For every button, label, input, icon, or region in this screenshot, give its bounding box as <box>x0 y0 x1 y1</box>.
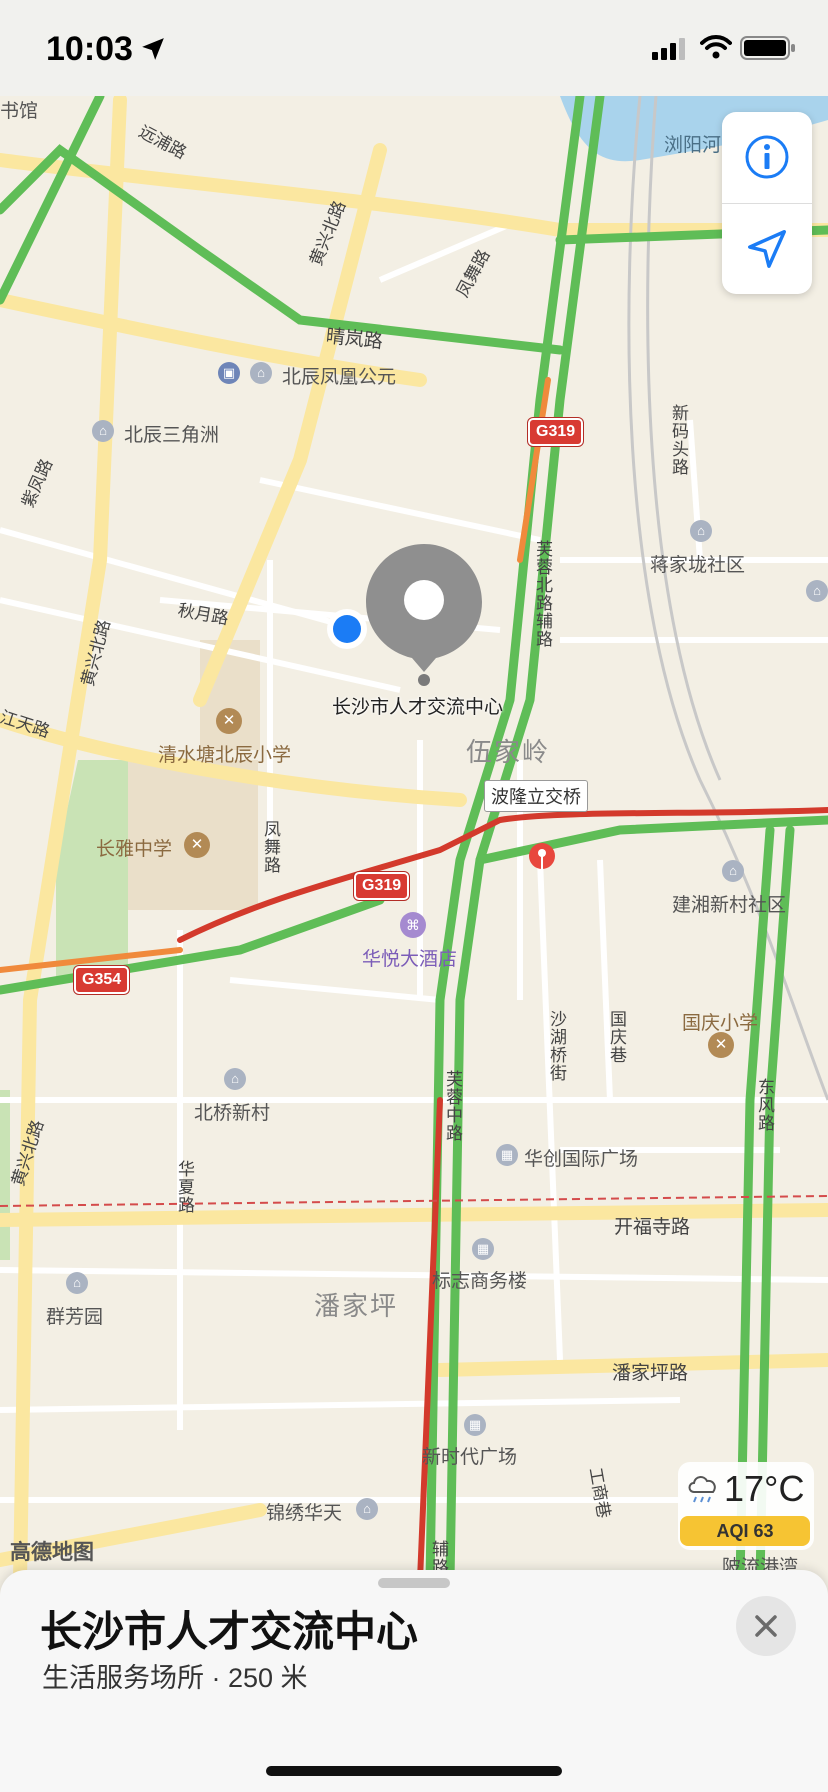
label-beiqiao[interactable]: 北桥新村 <box>194 1098 270 1125</box>
map-base <box>0 0 828 1580</box>
cellular-signal-icon <box>652 38 685 60</box>
weather-temperature: 17°C <box>724 1468 805 1509</box>
map-provider-logo: 高德地图 <box>10 1541 94 1564</box>
label-jinxiu[interactable]: 锦绣华天 <box>266 1498 342 1525</box>
label-shahu-bridge-street: 沙湖桥街 <box>547 1010 566 1082</box>
residential-icon: ⌂ <box>224 1068 246 1090</box>
label-xinma-road: 新码头路 <box>669 404 688 476</box>
school-icon: ✕ <box>708 1032 734 1058</box>
place-card[interactable]: 长沙市人才交流中心 生活服务场所 · 250 米 <box>0 1570 828 1792</box>
label-shuguan: 书馆 <box>0 101 39 122</box>
label-panjiaping-road: 潘家坪路 <box>612 1363 689 1384</box>
location-services-icon <box>142 38 164 60</box>
label-qunfangyuan[interactable]: 群芳园 <box>46 1302 103 1329</box>
residential-icon: ⌂ <box>250 362 272 384</box>
label-changya-school[interactable]: 长雅中学 <box>96 834 172 861</box>
map-view[interactable]: 书馆 远浦路 浏阳河 黄兴北路 凤舞路 晴岚路 ▣ ⌂ 北辰凤凰公元 ⌂ 北辰三… <box>0 0 828 1580</box>
residential-icon: ⌂ <box>356 1498 378 1520</box>
label-jianxiang[interactable]: 建湘新村社区 <box>672 890 786 917</box>
status-bar: 10:03 <box>0 0 828 96</box>
place-title: 长沙市人才交流中心 <box>40 1608 419 1655</box>
label-beichen-sanjiaozhou[interactable]: 北辰三角洲 <box>124 420 219 447</box>
residential-icon: ⌂ <box>92 420 114 442</box>
close-button[interactable] <box>736 1596 796 1656</box>
label-guoqing-lane: 国庆巷 <box>607 1010 626 1064</box>
label-selected-place[interactable]: 长沙市人才交流中心 <box>332 692 503 719</box>
label-fengwu-road-mid: 凤舞路 <box>261 820 280 874</box>
label-furong-middle-road: 芙蓉中路 <box>443 1070 462 1142</box>
route-shield-g319-top: G319 <box>528 418 584 446</box>
aqi-badge: AQI 63 <box>680 1516 810 1546</box>
selected-place-marker[interactable] <box>362 540 486 686</box>
label-huachuang[interactable]: 华创国际广场 <box>524 1144 638 1171</box>
map-controls <box>722 112 812 294</box>
label-dongfeng-road: 东风路 <box>755 1078 774 1132</box>
location-arrow-icon <box>748 230 786 268</box>
hotel-icon: ⌘ <box>400 912 426 938</box>
locate-me-button[interactable] <box>722 204 812 294</box>
home-indicator[interactable] <box>266 1766 562 1776</box>
label-liuyang-river: 浏阳河 <box>664 135 722 156</box>
label-wujialing: 伍家岭 <box>466 737 551 767</box>
building-icon: ▦ <box>464 1414 486 1436</box>
label-kaifusi-road: 开福寺路 <box>614 1217 691 1238</box>
label-huaxia-road: 华夏路 <box>175 1160 194 1214</box>
residential-icon: ⌂ <box>806 580 828 602</box>
residential-icon: ⌂ <box>722 860 744 882</box>
battery-icon <box>740 36 795 60</box>
residential-icon: ⌂ <box>66 1272 88 1294</box>
label-qingshuitang-school[interactable]: 清水塘北辰小学 <box>158 740 291 767</box>
label-biaozhi[interactable]: 标志商务楼 <box>432 1266 527 1293</box>
route-shield-g354: G354 <box>74 966 130 994</box>
label-guoqing-school[interactable]: 国庆小学 <box>682 1008 758 1035</box>
school-icon: ✕ <box>216 708 242 734</box>
school-icon: ✕ <box>184 832 210 858</box>
building-icon: ▦ <box>472 1238 494 1260</box>
close-icon <box>755 1615 777 1637</box>
status-time: 10:03 <box>46 30 133 68</box>
info-button[interactable] <box>722 112 812 202</box>
label-jiangjialong[interactable]: 蒋家垅社区 <box>650 550 745 577</box>
info-icon <box>745 135 789 179</box>
label-furong-north-road-fudao: 芙蓉北路辅路 <box>533 540 552 648</box>
label-qinglan-road: 晴岚路 <box>324 326 384 353</box>
route-shield-g319-mid: G319 <box>354 872 410 900</box>
label-panjiaping: 潘家坪 <box>314 1291 399 1321</box>
label-beichen-fenghuang[interactable]: 北辰凤凰公元 <box>282 362 396 389</box>
place-subtitle: 生活服务场所 · 250 米 <box>42 1663 308 1693</box>
label-huayue-hotel[interactable]: 华悦大酒店 <box>362 944 457 971</box>
weather-widget[interactable]: 17°C AQI 63 <box>678 1462 814 1550</box>
card-grabber[interactable] <box>378 1578 450 1588</box>
residential-icon: ⌂ <box>690 520 712 542</box>
rain-cloud-icon <box>688 1476 716 1503</box>
metro-icon: ▣ <box>218 362 240 384</box>
building-icon: ▦ <box>496 1144 518 1166</box>
label-bolong-bridge[interactable]: 波隆立交桥 <box>484 780 588 812</box>
red-pin-icon[interactable] <box>526 842 558 886</box>
label-xinshidai[interactable]: 新时代广场 <box>422 1442 517 1469</box>
wifi-icon <box>700 35 732 59</box>
